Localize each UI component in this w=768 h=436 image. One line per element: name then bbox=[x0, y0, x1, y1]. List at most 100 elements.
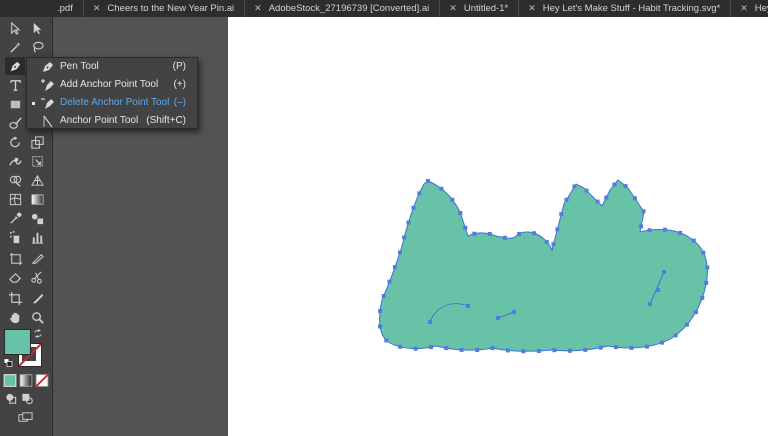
anchor-point[interactable] bbox=[572, 184, 577, 189]
perspective-grid-tool[interactable] bbox=[27, 171, 47, 189]
anchor-point[interactable] bbox=[656, 288, 660, 292]
anchor-point[interactable] bbox=[567, 348, 572, 353]
anchor-point[interactable] bbox=[595, 199, 600, 204]
anchor-point[interactable] bbox=[458, 211, 463, 215]
anchor-point[interactable] bbox=[487, 232, 492, 236]
screen-mode-icon[interactable] bbox=[16, 410, 34, 424]
anchor-point[interactable] bbox=[402, 235, 407, 240]
eraser-tool[interactable] bbox=[5, 268, 25, 286]
anchor-point[interactable] bbox=[614, 345, 618, 350]
anchor-point[interactable] bbox=[648, 302, 652, 306]
gradient-tool[interactable] bbox=[27, 190, 47, 208]
anchor-point[interactable] bbox=[505, 348, 510, 353]
lasso-tool[interactable] bbox=[27, 38, 47, 56]
warp-tool[interactable] bbox=[5, 152, 25, 170]
anchor-point[interactable] bbox=[662, 270, 666, 274]
anchor-point[interactable] bbox=[604, 195, 609, 200]
anchor-point[interactable] bbox=[398, 344, 403, 349]
anchor-point[interactable] bbox=[413, 346, 418, 351]
anchor-point[interactable] bbox=[381, 294, 386, 298]
rotate-tool[interactable] bbox=[5, 133, 25, 151]
anchor-point[interactable] bbox=[612, 182, 617, 187]
eyedropper-tool[interactable] bbox=[5, 209, 25, 227]
zoom-tool[interactable] bbox=[27, 308, 47, 326]
flyout-item-delete-anchor-point-tool[interactable]: Delete Anchor Point Tool (–) bbox=[27, 94, 197, 112]
free-transform-tool[interactable] bbox=[27, 152, 47, 170]
flyout-item-anchor-point-tool[interactable]: Anchor Point Tool (Shift+C) bbox=[27, 112, 197, 130]
none-mode-button[interactable] bbox=[35, 373, 49, 387]
anchor-point[interactable] bbox=[555, 227, 560, 232]
anchor-point[interactable] bbox=[598, 345, 603, 350]
anchor-point[interactable] bbox=[673, 333, 678, 338]
magic-wand-tool[interactable] bbox=[5, 38, 25, 56]
anchor-point[interactable] bbox=[705, 265, 710, 270]
anchor-point[interactable] bbox=[551, 242, 556, 247]
anchor-point[interactable] bbox=[378, 309, 383, 313]
anchor-point[interactable] bbox=[439, 186, 444, 191]
column-graph-tool[interactable] bbox=[27, 228, 47, 246]
symbol-sprayer-tool[interactable] bbox=[5, 228, 25, 246]
anchor-point[interactable] bbox=[411, 205, 416, 210]
anchor-point[interactable] bbox=[406, 220, 411, 225]
anchor-point[interactable] bbox=[384, 338, 389, 343]
anchor-point[interactable] bbox=[552, 348, 557, 353]
anchor-point[interactable] bbox=[429, 345, 433, 350]
anchor-point[interactable] bbox=[623, 184, 628, 189]
anchor-point[interactable] bbox=[426, 179, 430, 183]
anchor-point[interactable] bbox=[490, 346, 495, 351]
direct-selection-tool[interactable] bbox=[27, 19, 47, 37]
anchor-point[interactable] bbox=[559, 212, 564, 217]
anchor-point[interactable] bbox=[450, 197, 455, 202]
anchor-point[interactable] bbox=[641, 209, 646, 214]
hello-shape-path[interactable] bbox=[379, 179, 708, 352]
anchor-point[interactable] bbox=[512, 310, 516, 314]
pen-tool[interactable] bbox=[5, 57, 25, 75]
anchor-point[interactable] bbox=[639, 224, 644, 229]
anchor-point[interactable] bbox=[496, 316, 500, 320]
anchor-point[interactable] bbox=[393, 265, 397, 270]
scissors-tool[interactable] bbox=[27, 268, 47, 286]
anchor-point[interactable] bbox=[629, 345, 634, 350]
default-colors-icon[interactable] bbox=[3, 357, 13, 367]
anchor-point[interactable] bbox=[398, 250, 402, 255]
anchor-point[interactable] bbox=[502, 235, 507, 240]
anchor-point[interactable] bbox=[536, 349, 541, 353]
anchor-point[interactable] bbox=[463, 225, 468, 230]
knife-tool[interactable] bbox=[27, 289, 47, 307]
anchor-point[interactable] bbox=[647, 228, 652, 233]
anchor-point[interactable] bbox=[417, 191, 422, 196]
anchor-point[interactable] bbox=[700, 295, 705, 300]
anchor-point[interactable] bbox=[564, 197, 569, 202]
anchor-point[interactable] bbox=[378, 324, 382, 329]
anchor-point[interactable] bbox=[584, 188, 589, 193]
swap-fill-stroke-icon[interactable] bbox=[33, 328, 43, 338]
anchor-point[interactable] bbox=[660, 340, 664, 345]
anchor-point[interactable] bbox=[428, 320, 432, 324]
anchor-point[interactable] bbox=[544, 239, 549, 244]
anchor-point[interactable] bbox=[583, 347, 588, 352]
anchor-point[interactable] bbox=[663, 227, 668, 232]
anchor-point[interactable] bbox=[444, 346, 449, 351]
anchor-point[interactable] bbox=[517, 231, 522, 236]
anchor-point[interactable] bbox=[632, 196, 637, 201]
fill-swatch[interactable] bbox=[4, 329, 31, 355]
type-tool[interactable] bbox=[5, 76, 25, 94]
gradient-mode-button[interactable] bbox=[19, 373, 33, 387]
blend-tool[interactable] bbox=[27, 209, 47, 227]
anchor-point[interactable] bbox=[678, 230, 683, 235]
anchor-point[interactable] bbox=[684, 322, 689, 327]
color-mode-button[interactable] bbox=[3, 373, 17, 387]
scale-tool[interactable] bbox=[27, 133, 47, 151]
selection-tool[interactable] bbox=[5, 19, 25, 37]
rectangle-tool[interactable] bbox=[5, 95, 25, 113]
anchor-point[interactable] bbox=[701, 250, 706, 255]
anchor-point[interactable] bbox=[704, 280, 709, 285]
slice-tool[interactable] bbox=[27, 249, 47, 267]
anchor-point[interactable] bbox=[459, 347, 464, 352]
shape-builder-tool[interactable] bbox=[5, 171, 25, 189]
anchor-point[interactable] bbox=[693, 310, 698, 315]
flyout-item-add-anchor-point-tool[interactable]: Add Anchor Point Tool (+) bbox=[27, 76, 197, 94]
mesh-tool[interactable] bbox=[5, 190, 25, 208]
draw-normal-icon[interactable] bbox=[4, 391, 18, 405]
anchor-point[interactable] bbox=[691, 238, 696, 243]
